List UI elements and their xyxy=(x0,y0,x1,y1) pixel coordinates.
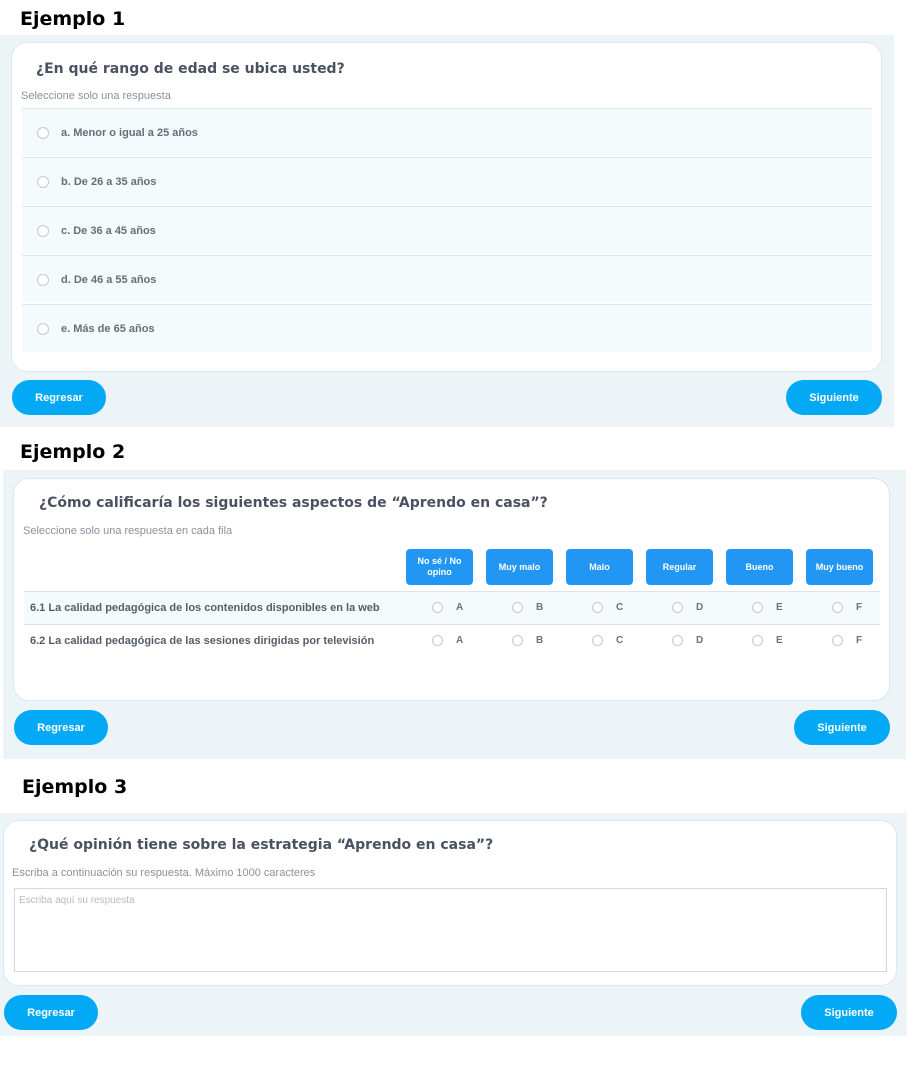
matrix-question-card: ¿Cómo calificaría los siguientes aspecto… xyxy=(13,478,890,701)
radio-button[interactable] xyxy=(512,635,523,646)
option-label: c. De 36 a 45 años xyxy=(61,224,156,237)
row-label: 6.1 La calidad pedagógica de los conteni… xyxy=(30,602,380,614)
question-hint: Escriba a continuación su respuesta. Máx… xyxy=(12,867,316,879)
example-3-panel: ¿Qué opinión tiene sobre la estrategia “… xyxy=(0,813,907,1036)
example-1-panel: ¿En qué rango de edad se ubica usted? Se… xyxy=(0,35,894,427)
option-letter: E xyxy=(776,635,783,646)
option-letter: C xyxy=(616,635,624,646)
example-3-title: Ejemplo 3 xyxy=(22,776,128,798)
column-header-muy-malo: Muy malo xyxy=(486,549,553,585)
column-header-muy-bueno: Muy bueno xyxy=(806,549,873,585)
question-hint: Seleccione solo una respuesta en cada fi… xyxy=(23,525,233,537)
back-button[interactable]: Regresar xyxy=(12,380,106,415)
matrix-option-b[interactable]: B xyxy=(512,602,543,613)
option-letter: B xyxy=(536,602,544,613)
example-2-panel: ¿Cómo calificaría los siguientes aspecto… xyxy=(3,470,906,759)
option-letter: D xyxy=(696,602,704,613)
column-header-regular: Regular xyxy=(646,549,713,585)
option-d[interactable]: d. De 46 a 55 años xyxy=(22,255,872,303)
row-label: 6.2 La calidad pedagógica de las sesione… xyxy=(30,635,375,647)
option-letter: D xyxy=(696,635,704,646)
radio-button[interactable] xyxy=(37,175,49,188)
matrix-option-d[interactable]: D xyxy=(672,602,703,613)
matrix-option-f[interactable]: F xyxy=(832,635,862,646)
matrix-option-b[interactable]: B xyxy=(512,635,543,646)
option-letter: B xyxy=(536,635,544,646)
matrix-option-e[interactable]: E xyxy=(752,602,783,613)
option-e[interactable]: e. Más de 65 años xyxy=(22,304,872,352)
option-b[interactable]: b. De 26 a 35 años xyxy=(22,157,872,205)
option-letter: C xyxy=(616,602,624,613)
radio-button[interactable] xyxy=(37,126,49,139)
radio-button[interactable] xyxy=(592,635,603,646)
next-button[interactable]: Siguiente xyxy=(786,380,882,415)
matrix-option-a[interactable]: A xyxy=(432,602,463,613)
radio-button[interactable] xyxy=(512,602,523,613)
answer-placeholder: Escriba aquí su respuesta xyxy=(19,895,135,906)
option-letter: A xyxy=(456,602,464,613)
option-letter: F xyxy=(856,602,863,613)
option-label: e. Más de 65 años xyxy=(61,322,155,335)
option-label: b. De 26 a 35 años xyxy=(61,175,157,188)
matrix-option-f[interactable]: F xyxy=(832,602,862,613)
answer-textarea[interactable]: Escriba aquí su respuesta xyxy=(14,888,887,972)
matrix-option-e[interactable]: E xyxy=(752,635,783,646)
option-letter: A xyxy=(456,635,464,646)
radio-button[interactable] xyxy=(832,635,843,646)
example-1-title: Ejemplo 1 xyxy=(20,8,126,30)
radio-button[interactable] xyxy=(752,602,763,613)
matrix-row: 6.2 La calidad pedagógica de las sesione… xyxy=(24,624,880,657)
question-title: ¿En qué rango de edad se ubica usted? xyxy=(36,61,345,77)
example-2-title: Ejemplo 2 xyxy=(20,441,126,463)
column-header-bueno: Bueno xyxy=(726,549,793,585)
radio-button[interactable] xyxy=(752,635,763,646)
radio-button[interactable] xyxy=(832,602,843,613)
radio-button[interactable] xyxy=(37,322,49,335)
option-a[interactable]: a. Menor o igual a 25 años xyxy=(22,108,872,156)
question-card: ¿En qué rango de edad se ubica usted? Se… xyxy=(11,42,882,372)
option-label: a. Menor o igual a 25 años xyxy=(61,126,198,139)
open-question-card: ¿Qué opinión tiene sobre la estrategia “… xyxy=(3,820,897,986)
next-button[interactable]: Siguiente xyxy=(794,710,890,745)
question-hint: Seleccione solo una respuesta xyxy=(21,90,171,102)
matrix-row: 6.1 La calidad pedagógica de los conteni… xyxy=(24,591,880,624)
option-letter: E xyxy=(776,602,783,613)
radio-button[interactable] xyxy=(432,635,443,646)
radio-button[interactable] xyxy=(37,273,49,286)
matrix-option-c[interactable]: C xyxy=(592,602,623,613)
radio-button[interactable] xyxy=(432,602,443,613)
column-header-no-opino: No sé / No opino xyxy=(406,549,473,585)
matrix-option-d[interactable]: D xyxy=(672,635,703,646)
back-button[interactable]: Regresar xyxy=(14,710,108,745)
question-title: ¿Cómo calificaría los siguientes aspecto… xyxy=(39,495,548,511)
radio-button[interactable] xyxy=(592,602,603,613)
matrix-option-a[interactable]: A xyxy=(432,635,463,646)
column-header-malo: Malo xyxy=(566,549,633,585)
matrix-option-c[interactable]: C xyxy=(592,635,623,646)
option-c[interactable]: c. De 36 a 45 años xyxy=(22,206,872,254)
option-label: d. De 46 a 55 años xyxy=(61,273,157,286)
back-button[interactable]: Regresar xyxy=(4,995,98,1030)
radio-button[interactable] xyxy=(37,224,49,237)
question-title: ¿Qué opinión tiene sobre la estrategia “… xyxy=(29,837,494,853)
option-letter: F xyxy=(856,635,863,646)
radio-button[interactable] xyxy=(672,635,683,646)
next-button[interactable]: Siguiente xyxy=(801,995,897,1030)
radio-button[interactable] xyxy=(672,602,683,613)
